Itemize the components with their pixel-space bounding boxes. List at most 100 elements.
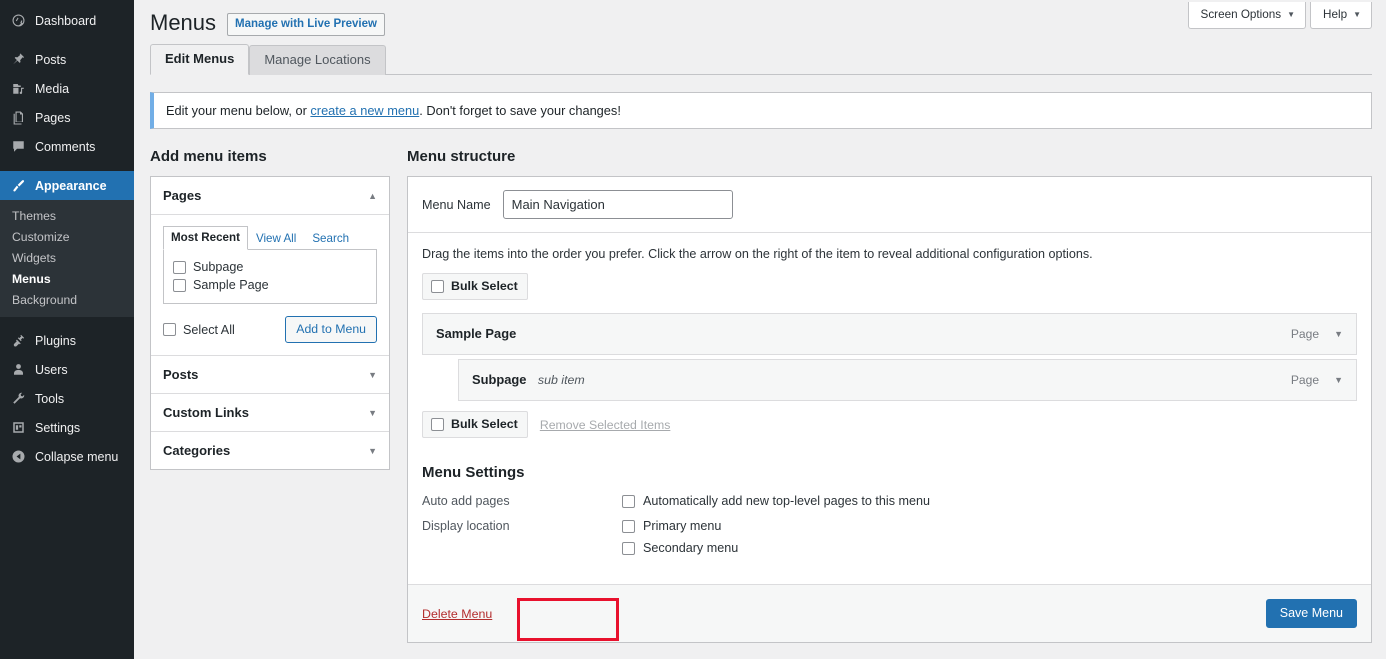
list-item-label: Subpage — [193, 260, 244, 274]
menu-name-label: Menu Name — [422, 197, 491, 212]
checkbox[interactable] — [431, 279, 444, 293]
accordion-body-pages: Most Recent View All Search Subpage Samp… — [151, 215, 389, 356]
accordion-header-pages[interactable]: Pages ▲ — [151, 177, 389, 215]
remove-selected-items-link[interactable]: Remove Selected Items — [540, 418, 671, 432]
menu-item-row[interactable]: Subpage sub item Page ▼ — [458, 359, 1357, 401]
sidebar-item-plugins[interactable]: Plugins — [0, 326, 134, 355]
chevron-down-icon: ▼ — [368, 407, 377, 418]
checkbox[interactable] — [622, 541, 635, 555]
add-to-menu-button[interactable]: Add to Menu — [285, 316, 377, 343]
sidebar-item-label: Plugins — [35, 333, 76, 348]
page-title: Menus — [150, 10, 217, 35]
columns: Add menu items Pages ▲ Most Recent View … — [150, 148, 1372, 643]
add-menu-items-heading: Add menu items — [150, 148, 267, 165]
option-label: Automatically add new top-level pages to… — [643, 494, 931, 508]
chevron-down-icon[interactable]: ▼ — [1334, 329, 1343, 339]
sidebar-subitem-background[interactable]: Background — [0, 289, 134, 310]
menu-item-row[interactable]: Sample Page Page ▼ — [422, 313, 1357, 355]
menu-item-subtitle: sub item — [537, 373, 585, 387]
list-item[interactable]: Subpage — [173, 258, 367, 276]
menu-item-title: Sample Page — [436, 326, 517, 341]
sidebar-item-settings[interactable]: Settings — [0, 413, 134, 442]
primary-menu-checkbox-row[interactable]: Primary menu — [622, 519, 738, 533]
menu-name-input[interactable] — [502, 190, 733, 219]
sidebar-item-appearance[interactable]: Appearance — [0, 171, 134, 200]
sidebar-item-label: Dashboard — [35, 13, 97, 28]
user-icon — [8, 361, 28, 379]
checkbox[interactable] — [431, 417, 444, 431]
sidebar-item-pages[interactable]: Pages — [0, 103, 134, 132]
chevron-down-icon[interactable]: ▼ — [1334, 375, 1343, 385]
secondary-menu-checkbox-row[interactable]: Secondary menu — [622, 541, 738, 555]
chevron-down-icon: ▼ — [1353, 10, 1361, 19]
pages-icon — [8, 109, 28, 127]
tab-search[interactable]: Search — [304, 227, 357, 250]
sidebar-item-users[interactable]: Users — [0, 355, 134, 384]
auto-add-pages-checkbox-row[interactable]: Automatically add new top-level pages to… — [622, 494, 930, 508]
help-label: Help — [1323, 8, 1348, 21]
bulk-select-top[interactable]: Bulk Select — [422, 273, 528, 300]
sidebar-subitem-widgets[interactable]: Widgets — [0, 247, 134, 268]
setting-options: Primary menu Secondary menu — [622, 519, 738, 555]
sidebar-item-tools[interactable]: Tools — [0, 384, 134, 413]
menu-item-title: Subpage — [472, 372, 527, 387]
paintbrush-icon — [8, 177, 28, 195]
sidebar-divider — [0, 35, 134, 45]
checkbox[interactable] — [163, 323, 176, 336]
delete-menu-link[interactable]: Delete Menu — [422, 607, 492, 621]
accordion-label: Categories — [163, 443, 231, 458]
accordion-header-categories[interactable]: Categories ▼ — [151, 432, 389, 469]
save-menu-button[interactable]: Save Menu — [1265, 599, 1357, 628]
sidebar-item-label: Pages — [35, 110, 71, 125]
tab-most-recent[interactable]: Most Recent — [163, 226, 248, 250]
screen-options-button[interactable]: Screen Options ▼ — [1187, 2, 1307, 29]
dashboard-icon — [8, 12, 28, 30]
wrench-icon — [8, 390, 28, 408]
help-button[interactable]: Help ▼ — [1310, 2, 1372, 29]
manage-with-live-preview-button[interactable]: Manage with Live Preview — [227, 12, 385, 37]
checkbox[interactable] — [622, 519, 635, 533]
sidebar-item-dashboard[interactable]: Dashboard — [0, 6, 134, 35]
setting-options: Automatically add new top-level pages to… — [622, 494, 930, 508]
list-item-label: Sample Page — [193, 278, 269, 292]
tab-edit-menus[interactable]: Edit Menus — [150, 44, 250, 75]
admin-sidebar: Dashboard Posts Media Pages Comments App… — [0, 0, 134, 659]
create-a-new-menu-link[interactable]: create a new menu — [310, 103, 419, 118]
main-content: Menus Manage with Live Preview Screen Op… — [134, 0, 1386, 659]
checkbox[interactable] — [622, 494, 635, 508]
sidebar-subitem-menus[interactable]: Menus — [0, 268, 134, 289]
setting-row-auto-add-pages: Auto add pages Automatically add new top… — [422, 494, 1357, 508]
select-all-checkbox-row[interactable]: Select All — [163, 321, 235, 339]
menu-name-row: Menu Name — [408, 177, 1371, 233]
accordion-header-posts[interactable]: Posts ▼ — [151, 356, 389, 394]
bulk-select-bottom[interactable]: Bulk Select — [422, 411, 528, 438]
menu-item-titles: Subpage sub item — [472, 371, 585, 389]
accordion-header-custom-links[interactable]: Custom Links ▼ — [151, 394, 389, 432]
bulk-select-bottom-row: Bulk Select Remove Selected Items — [422, 411, 1357, 438]
sidebar-item-comments[interactable]: Comments — [0, 132, 134, 161]
wp-admin-screen: Dashboard Posts Media Pages Comments App… — [0, 0, 1386, 659]
screen-options-label: Screen Options — [1200, 8, 1282, 21]
media-icon — [8, 80, 28, 98]
sidebar-item-collapse-menu[interactable]: Collapse menu — [0, 442, 134, 471]
sidebar-item-posts[interactable]: Posts — [0, 45, 134, 74]
checkbox[interactable] — [173, 260, 186, 274]
sidebar-submenu-appearance: Themes Customize Widgets Menus Backgroun… — [0, 200, 134, 317]
sidebar-item-media[interactable]: Media — [0, 74, 134, 103]
menu-item-meta: Page ▼ — [1291, 373, 1343, 387]
sidebar-divider — [0, 317, 134, 326]
tab-manage-locations[interactable]: Manage Locations — [249, 45, 386, 75]
accordion-label: Posts — [163, 367, 199, 382]
checkbox[interactable] — [173, 278, 186, 292]
sidebar-item-label: Settings — [35, 420, 81, 435]
list-item[interactable]: Sample Page — [173, 276, 367, 294]
screen-meta-links: Screen Options ▼ Help ▼ — [1187, 2, 1372, 29]
sidebar-item-label: Tools — [35, 391, 65, 406]
tab-view-all[interactable]: View All — [248, 227, 304, 250]
sidebar-item-label: Media — [35, 81, 70, 96]
tab-bar: Edit Menus Manage Locations — [150, 44, 1372, 75]
sidebar-subitem-themes[interactable]: Themes — [0, 205, 134, 226]
chevron-down-icon: ▼ — [368, 445, 377, 456]
menu-structure-column: Menu structure Menu Name Drag the items … — [407, 148, 1372, 643]
sidebar-subitem-customize[interactable]: Customize — [0, 226, 134, 247]
